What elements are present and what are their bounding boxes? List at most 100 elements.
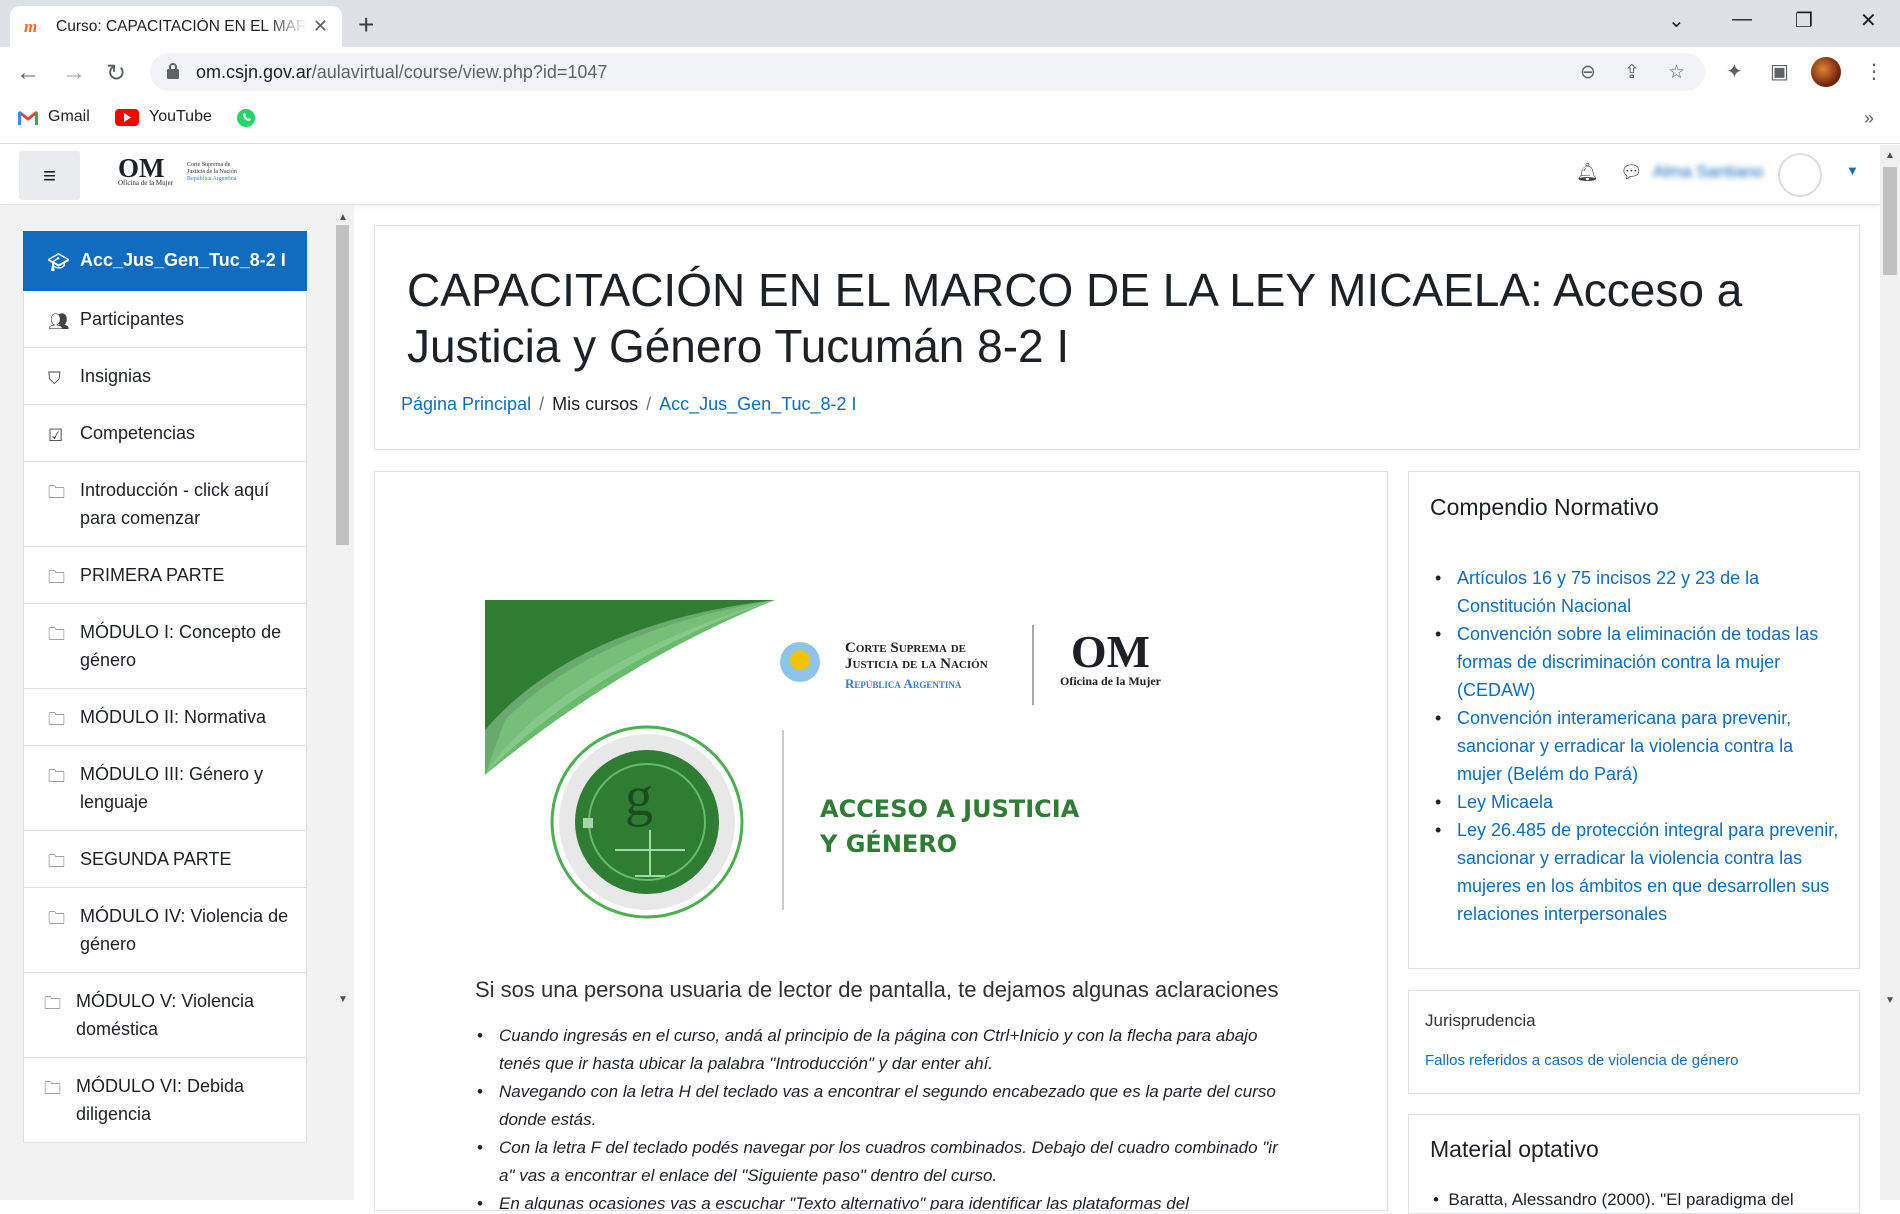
screen-reader-heading: Si sos una persona usuaria de lector de …: [475, 977, 1279, 1002]
reload-button[interactable]: ↻: [106, 59, 126, 88]
new-tab-button[interactable]: +: [358, 9, 374, 41]
drawer-toggle-button[interactable]: ≡: [19, 151, 80, 200]
sidebar-item-label: Acc_Jus_Gen_Tuc_8-2 I: [80, 250, 286, 270]
sidebar-item[interactable]: 🗀 MÓDULO IV: Violencia de género: [23, 888, 307, 973]
bookmark-whatsapp[interactable]: [236, 108, 256, 128]
om-logo-sub: Oficina de la Mujer: [118, 179, 174, 187]
sidebar-item[interactable]: 🗀 MÓDULO VI: Debida diligencia: [23, 1058, 307, 1143]
scroll-up-arrow[interactable]: ▲: [338, 212, 348, 223]
sidebar-item-course[interactable]: 🎓︎ Acc_Jus_Gen_Tuc_8-2 I: [23, 231, 307, 291]
sidebar-item[interactable]: 🗀 PRIMERA PARTE: [23, 547, 307, 604]
sidebar-item[interactable]: ☑ Competencias: [23, 405, 307, 462]
tab-close-icon[interactable]: ✕: [313, 16, 328, 37]
list-item: Cuando ingresás en el curso, andá al pri…: [475, 1022, 1295, 1078]
minimize-button[interactable]: —: [1732, 8, 1752, 31]
compendio-link[interactable]: Convención interamericana para prevenir,…: [1433, 704, 1843, 788]
zoom-icon[interactable]: ⊖: [1580, 61, 1596, 84]
block-title: Compendio Normativo: [1430, 494, 1659, 520]
chrome-menu-icon[interactable]: ⋮: [1864, 59, 1884, 84]
breadcrumb-my-courses[interactable]: Mis cursos: [552, 394, 638, 414]
site-logo[interactable]: OM Oficina de la Mujer Corte Suprema de …: [118, 155, 237, 188]
course-banner: g Corte Suprema de Justicia de la Nación…: [485, 600, 1185, 930]
page-header: CAPACITACIÓN EN EL MARCO DE LA LEY MICAE…: [374, 225, 1860, 450]
bookmark-youtube[interactable]: YouTube: [115, 108, 212, 126]
shield-icon: ⛉: [48, 369, 61, 388]
course-drawer: 🎓︎ Acc_Jus_Gen_Tuc_8-2 I 👥︎ Participantes ⛉ I…: [0, 206, 354, 1200]
compendio-link[interactable]: Ley Micaela: [1433, 788, 1843, 816]
compendio-link[interactable]: Convención sobre la eliminación de todas…: [1433, 620, 1843, 704]
graduation-cap-icon: 🎓︎: [48, 253, 70, 272]
user-menu-caret-icon[interactable]: ▼: [1846, 163, 1859, 178]
lock-icon[interactable]: [166, 62, 180, 80]
sidebar-item-label: Participantes: [80, 309, 185, 329]
sidebar-item[interactable]: 👥︎ Participantes: [23, 291, 307, 348]
block-compendio-normativo: Compendio Normativo Artículos 16 y 75 in…: [1408, 471, 1860, 969]
drawer-scrollbar[interactable]: ▲ ▼: [333, 212, 351, 1005]
checkbox-icon: ☑: [48, 426, 64, 445]
sidebar-item-label: SEGUNDA PARTE: [80, 849, 232, 869]
bookmark-star-icon[interactable]: ☆: [1668, 61, 1685, 84]
block-title: Jurisprudencia: [1425, 1011, 1536, 1030]
folder-icon: 🗀: [44, 994, 61, 1013]
drawer-scroll-thumb[interactable]: [336, 225, 349, 545]
user-avatar[interactable]: [1778, 153, 1822, 197]
sidebar-item[interactable]: 🗀 MÓDULO I: Concepto de género: [23, 604, 307, 689]
sidebar-item[interactable]: 🗀 SEGUNDA PARTE: [23, 831, 307, 888]
whatsapp-icon: [237, 109, 255, 127]
users-icon: 👥︎: [48, 312, 70, 331]
browser-tab-strip: m Curso: CAPACITACIÓN EN EL MARCO DE LA …: [0, 0, 1900, 47]
sidebar-item-label: Competencias: [80, 423, 196, 443]
notifications-bell-icon[interactable]: 🔔︎: [1576, 162, 1599, 183]
sidebar-item[interactable]: 🗀 Introducción - click aquí para comenzar: [23, 462, 307, 547]
omnibox[interactable]: om.csjn.gov.ar/aulavirtual/course/view.p…: [150, 53, 1705, 91]
sidebar-item[interactable]: 🗀 MÓDULO II: Normativa: [23, 689, 307, 746]
sidebar-item[interactable]: 🗀 MÓDULO III: Género y lenguaje: [23, 746, 307, 831]
bookmarks-overflow-icon[interactable]: »: [1864, 108, 1874, 129]
csjn-logo: Corte Suprema de Justicia de la Nación R…: [187, 161, 237, 182]
jurisprudencia-link[interactable]: Fallos referidos a casos de violencia de…: [1425, 1052, 1739, 1069]
forward-button[interactable]: →: [62, 59, 86, 87]
compendio-links: Artículos 16 y 75 incisos 22 y 23 de la …: [1433, 564, 1843, 928]
close-window-button[interactable]: ✕: [1860, 8, 1877, 33]
folder-icon: 🗀: [48, 483, 65, 502]
sidebar-item-label: MÓDULO I: Concepto de género: [80, 622, 282, 670]
back-button[interactable]: ←: [16, 59, 40, 87]
address-bar-row: ← → ↻ om.csjn.gov.ar/aulavirtual/course/…: [0, 47, 1900, 98]
sidebar-item-label: Introducción - click aquí para comenzar: [80, 480, 270, 528]
bookmark-gmail[interactable]: Gmail: [18, 108, 90, 126]
breadcrumb-home[interactable]: Página Principal: [401, 394, 531, 414]
side-panel-icon[interactable]: ▣: [1770, 59, 1789, 84]
messages-icon[interactable]: 💬︎: [1620, 162, 1643, 183]
restore-button[interactable]: ❐: [1795, 8, 1813, 33]
folder-icon: 🗀: [48, 909, 65, 928]
breadcrumb-course[interactable]: Acc_Jus_Gen_Tuc_8-2 I: [659, 394, 856, 414]
list-item: En algunas ocasiones vas a escuchar "Tex…: [475, 1190, 1295, 1210]
youtube-icon: [115, 108, 139, 126]
tab-search-icon[interactable]: ⌄: [1668, 8, 1685, 33]
user-name[interactable]: Alma Santiano: [1653, 162, 1764, 182]
share-icon[interactable]: ⇪: [1624, 61, 1640, 84]
compendio-link[interactable]: Ley 26.485 de protección integral para p…: [1433, 816, 1843, 928]
page-scroll-up-arrow[interactable]: ▲: [1885, 150, 1895, 161]
moodle-favicon-icon: m: [24, 16, 38, 36]
block-material-optativo: Material optativo • Baratta, Alessandro …: [1408, 1114, 1860, 1214]
page-scrollbar[interactable]: ▲ ▼: [1880, 145, 1900, 1200]
breadcrumb: Página Principal / Mis cursos / Acc_Jus_Gen_…: [401, 394, 857, 414]
sidebar-item[interactable]: ⛉ Insignias: [23, 348, 307, 405]
browser-tab[interactable]: m Curso: CAPACITACIÓN EN EL MARCO DE LA …: [10, 6, 342, 47]
extensions-icon[interactable]: ✦: [1726, 59, 1743, 84]
svg-text:g: g: [625, 766, 653, 828]
banner-om-logo: OM Oficina de la Mujer: [1060, 626, 1161, 689]
page-scroll-down-arrow[interactable]: ▼: [1885, 995, 1895, 1006]
hamburger-icon: ≡: [43, 162, 56, 188]
scroll-down-arrow[interactable]: ▼: [338, 994, 348, 1005]
sidebar-item[interactable]: 🗀 MÓDULO V: Violencia doméstica: [23, 973, 307, 1058]
sidebar-item-label: PRIMERA PARTE: [80, 565, 225, 585]
folder-icon: 🗀: [48, 767, 65, 786]
material-first-item[interactable]: • Baratta, Alessandro (2000). "El paradi…: [1433, 1190, 1794, 1210]
page-scroll-thumb[interactable]: [1883, 167, 1897, 275]
compendio-link[interactable]: Artículos 16 y 75 incisos 22 y 23 de la …: [1433, 564, 1843, 620]
profile-avatar[interactable]: [1811, 57, 1841, 87]
url-text[interactable]: om.csjn.gov.ar/aulavirtual/course/view.p…: [196, 62, 607, 83]
bookmarks-bar: Gmail YouTube »: [0, 98, 1900, 144]
